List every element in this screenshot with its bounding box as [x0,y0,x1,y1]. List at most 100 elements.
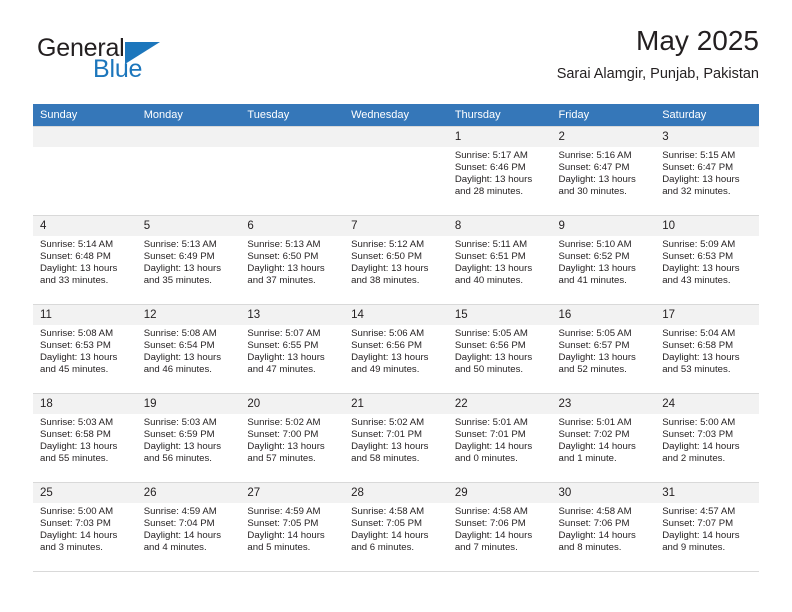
day-cell-inner [136,127,241,215]
calendar-day-cell[interactable]: 9 Sunrise: 5:10 AM Sunset: 6:52 PM Daylight… [551,215,656,305]
calendar-day-cell[interactable]: 3 Sunrise: 5:15 AM Sunset: 6:47 PM Daylight… [655,126,759,216]
day-cell-inner: 4 Sunrise: 5:14 AM Sunset: 6:48 PM Daylight… [33,216,137,304]
day-cell-inner: 24 Sunrise: 5:00 AM Sunset: 7:03 PM Dayligh… [655,394,759,482]
day-number: 14 [344,305,448,325]
day-number: 21 [344,394,448,414]
sunrise-text: Sunrise: 5:05 AM [558,328,632,339]
calendar-day-cell[interactable]: 25 Sunrise: 5:00 AM Sunset: 7:03 PM Dayligh… [33,482,137,572]
sunrise-text: Sunrise: 4:59 AM [247,506,321,517]
calendar-day-cell[interactable]: 26 Sunrise: 4:59 AM Sunset: 7:04 PM Dayligh… [136,482,241,572]
day-cell-inner: 23 Sunrise: 5:01 AM Sunset: 7:02 PM Dayligh… [551,394,656,482]
day-number: 3 [655,127,759,147]
day-number: 15 [447,305,552,325]
calendar-day-cell[interactable]: 2 Sunrise: 5:16 AM Sunset: 6:47 PM Daylight… [551,126,656,216]
daylight-text-line2: and 7 minutes. [454,542,518,554]
day-details: Sunrise: 5:13 AM Sunset: 6:49 PM Daylight:… [137,236,241,287]
calendar-day-cell[interactable]: 16 Sunrise: 5:05 AM Sunset: 6:57 PM Dayligh… [551,304,656,394]
day-number: 25 [33,483,137,503]
daylight-text-line2: and 55 minutes. [40,453,109,465]
daylight-text-line1: Daylight: 14 hours [454,441,533,453]
sunset-text: Sunset: 7:05 PM [351,518,423,530]
brand-logo[interactable]: General Blue [33,34,213,92]
calendar-day-cell[interactable]: 18 Sunrise: 5:03 AM Sunset: 6:58 PM Dayligh… [33,393,137,483]
calendar-day-cell[interactable]: 21 Sunrise: 5:02 AM Sunset: 7:01 PM Dayligh… [344,393,448,483]
calendar-header-row: Sunday Monday Tuesday Wednesday Thursday… [33,104,759,127]
calendar-day-cell[interactable]: 5 Sunrise: 5:13 AM Sunset: 6:49 PM Daylight… [136,215,241,305]
daylight-text-line1: Daylight: 13 hours [558,263,636,275]
day-details: Sunrise: 5:12 AM Sunset: 6:50 PM Daylight:… [344,236,448,287]
calendar-page: General Blue May 2025 Sarai Alamgir, Pun… [0,0,792,612]
daylight-text-line1: Daylight: 13 hours [558,174,636,186]
daylight-text-line1: Daylight: 13 hours [662,352,740,364]
daylight-text-line1: Daylight: 13 hours [143,441,222,453]
day-cell-inner [344,127,448,215]
calendar-week-row: 11 Sunrise: 5:08 AM Sunset: 6:53 PM Dayligh… [33,304,759,394]
calendar-day-cell[interactable]: 24 Sunrise: 5:00 AM Sunset: 7:03 PM Dayligh… [655,393,759,483]
calendar-day-cell[interactable]: 29 Sunrise: 4:58 AM Sunset: 7:06 PM Dayligh… [447,482,552,572]
daylight-text-line2: and 53 minutes. [662,364,731,376]
day-details: Sunrise: 5:02 AM Sunset: 7:01 PM Daylight:… [344,414,448,465]
day-cell-inner [33,127,137,215]
daylight-text-line1: Daylight: 13 hours [247,352,325,364]
calendar-day-cell[interactable]: 30 Sunrise: 4:58 AM Sunset: 7:06 PM Dayligh… [551,482,656,572]
calendar-day-cell[interactable]: 10 Sunrise: 5:09 AM Sunset: 6:53 PM Dayligh… [655,215,759,305]
sunset-text: Sunset: 7:00 PM [247,429,319,441]
sunset-text: Sunset: 6:47 PM [662,162,734,174]
daylight-text-line2: and 33 minutes. [40,275,109,287]
calendar-day-cell[interactable]: 15 Sunrise: 5:05 AM Sunset: 6:56 PM Dayligh… [447,304,552,394]
calendar-day-cell[interactable]: 14 Sunrise: 5:06 AM Sunset: 6:56 PM Dayligh… [344,304,448,394]
day-number: 22 [447,394,552,414]
day-cell-inner: 13 Sunrise: 5:07 AM Sunset: 6:55 PM Dayligh… [240,305,345,393]
sunset-text: Sunset: 7:03 PM [40,518,111,530]
day-cell-inner: 22 Sunrise: 5:01 AM Sunset: 7:01 PM Dayligh… [447,394,552,482]
calendar-day-cell[interactable]: 17 Sunrise: 5:04 AM Sunset: 6:58 PM Dayligh… [655,304,759,394]
sunrise-text: Sunrise: 4:58 AM [558,506,632,517]
day-details: Sunrise: 5:06 AM Sunset: 6:56 PM Daylight:… [344,325,448,376]
daylight-text-line1: Daylight: 13 hours [40,352,118,364]
daylight-text-line1: Daylight: 13 hours [40,263,118,275]
daylight-text-line2: and 43 minutes. [662,275,731,287]
calendar-day-cell[interactable]: 1 Sunrise: 5:17 AM Sunset: 6:46 PM Daylight… [447,126,552,216]
sunset-text: Sunset: 6:53 PM [662,251,734,263]
calendar-day-cell[interactable]: 13 Sunrise: 5:07 AM Sunset: 6:55 PM Dayligh… [240,304,345,394]
day-cell-inner: 14 Sunrise: 5:06 AM Sunset: 6:56 PM Dayligh… [344,305,448,393]
day-cell-inner: 20 Sunrise: 5:02 AM Sunset: 7:00 PM Dayligh… [240,394,345,482]
calendar-day-cell[interactable]: 6 Sunrise: 5:13 AM Sunset: 6:50 PM Daylight… [240,215,345,305]
day-details: Sunrise: 5:07 AM Sunset: 6:55 PM Daylight:… [240,325,344,376]
calendar-day-cell[interactable]: 4 Sunrise: 5:14 AM Sunset: 6:48 PM Daylight… [33,215,137,305]
page-title: May 2025 [636,25,759,56]
calendar-day-cell[interactable]: 27 Sunrise: 4:59 AM Sunset: 7:05 PM Dayligh… [240,482,345,572]
calendar-day-cell[interactable]: 20 Sunrise: 5:02 AM Sunset: 7:00 PM Dayligh… [240,393,345,483]
sunrise-text: Sunrise: 5:13 AM [247,239,321,250]
daylight-text-line1: Daylight: 13 hours [662,174,740,186]
sunset-text: Sunset: 7:01 PM [454,429,526,441]
calendar-empty-cell [33,126,137,216]
sunset-text: Sunset: 6:55 PM [247,340,319,352]
day-number: 5 [136,216,241,236]
day-number: 11 [33,305,137,325]
calendar-day-cell[interactable]: 19 Sunrise: 5:03 AM Sunset: 6:59 PM Dayligh… [136,393,241,483]
calendar-day-cell[interactable]: 23 Sunrise: 5:01 AM Sunset: 7:02 PM Dayligh… [551,393,656,483]
calendar-day-cell[interactable]: 8 Sunrise: 5:11 AM Sunset: 6:51 PM Daylight… [447,215,552,305]
calendar-day-cell[interactable]: 12 Sunrise: 5:08 AM Sunset: 6:54 PM Dayligh… [136,304,241,394]
daylight-text-line2: and 2 minutes. [662,453,726,465]
weekday-header-sunday: Sunday [33,104,137,127]
calendar-day-cell[interactable]: 28 Sunrise: 4:58 AM Sunset: 7:05 PM Dayligh… [344,482,448,572]
calendar-day-cell[interactable]: 22 Sunrise: 5:01 AM Sunset: 7:01 PM Dayligh… [447,393,552,483]
sunset-text: Sunset: 6:49 PM [143,251,215,263]
day-details: Sunrise: 5:00 AM Sunset: 7:03 PM Daylight:… [655,414,759,465]
calendar-day-cell[interactable]: 11 Sunrise: 5:08 AM Sunset: 6:53 PM Dayligh… [33,304,137,394]
calendar-day-cell[interactable]: 7 Sunrise: 5:12 AM Sunset: 6:50 PM Daylight… [344,215,448,305]
weekday-header-monday: Monday [136,104,241,127]
day-number: 8 [447,216,552,236]
day-cell-inner: 11 Sunrise: 5:08 AM Sunset: 6:53 PM Dayligh… [33,305,137,393]
calendar-day-cell[interactable]: 31 Sunrise: 4:57 AM Sunset: 7:07 PM Dayligh… [655,482,759,572]
sunrise-text: Sunrise: 5:02 AM [351,417,425,428]
sunrise-text: Sunrise: 5:14 AM [40,239,114,250]
sunset-text: Sunset: 7:01 PM [351,429,423,441]
sunset-text: Sunset: 6:52 PM [558,251,630,263]
daylight-text-line1: Daylight: 14 hours [558,441,636,453]
sunset-text: Sunset: 6:51 PM [454,251,526,263]
day-number: 20 [240,394,345,414]
day-number: 10 [655,216,759,236]
